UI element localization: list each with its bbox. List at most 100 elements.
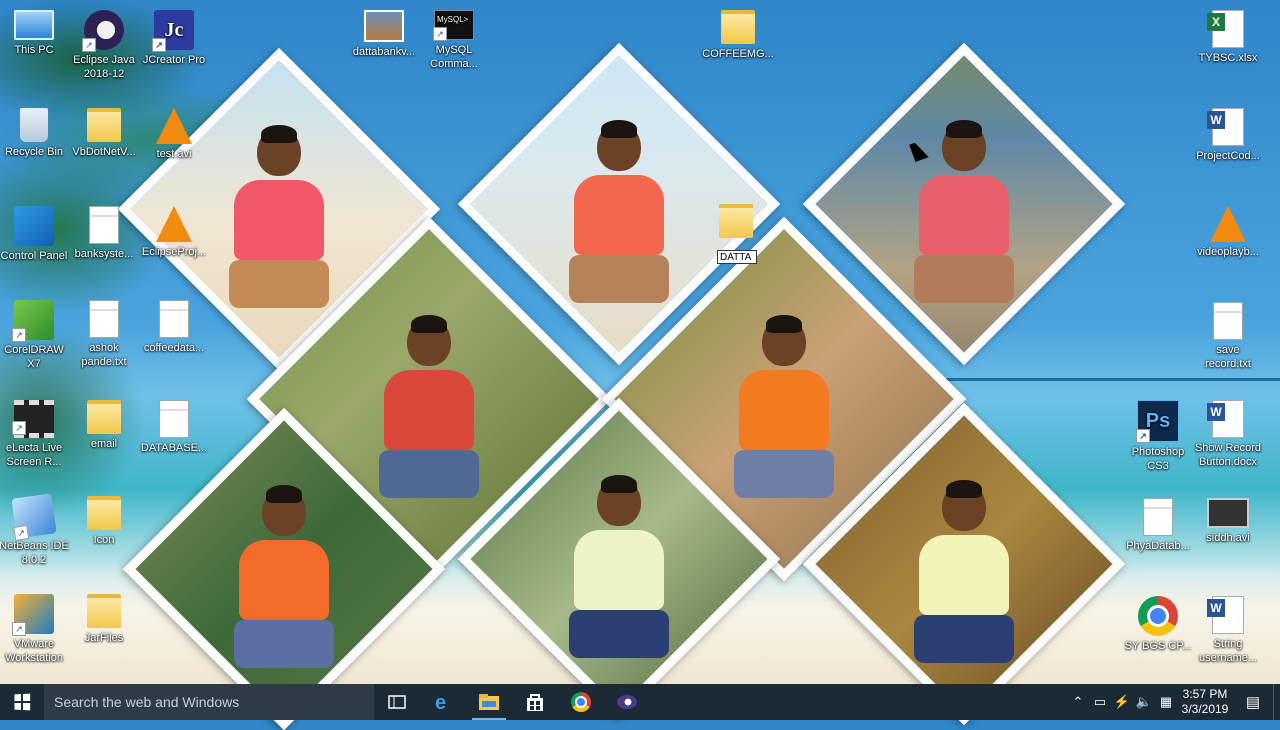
search-placeholder: Search the web and Windows [54, 694, 240, 710]
network-icon[interactable]: ⚡ [1111, 694, 1133, 710]
clock[interactable]: 3:57 PM 3/3/2019 [1177, 687, 1233, 717]
desktop-icon-renaming-folder[interactable] [700, 204, 772, 241]
keyboard-icon[interactable]: ▦ [1155, 694, 1177, 710]
icon-label: ProjectCod... [1196, 150, 1260, 162]
desktop-icon-recycle-bin[interactable]: Recycle Bin [0, 108, 70, 159]
text-file-icon [159, 400, 189, 438]
show-desktop-button[interactable] [1273, 684, 1280, 720]
taskbar-store-button[interactable] [512, 684, 558, 720]
desktop-icon-icon-folder[interactable]: Icon [68, 496, 140, 547]
desktop-icon-jcreator[interactable]: Jc JCreator Pro [138, 10, 210, 67]
icon-label: JarFiles [84, 632, 124, 644]
icon-label: JCreator Pro [142, 54, 206, 66]
icon-label: dattabankv... [352, 46, 416, 58]
desktop-icon-mysql[interactable]: MySQL> MySQL Comma... [418, 10, 490, 71]
desktop-icon-coffeemg[interactable]: COFFEEMG... [702, 10, 774, 61]
desktop-icon-email[interactable]: email [68, 400, 140, 451]
folder-icon [87, 496, 121, 530]
edge-icon: e [435, 692, 446, 712]
text-file-icon [1143, 498, 1173, 536]
desktop-icon-vbdotnet[interactable]: VbDotNetV... [68, 108, 140, 159]
taskbar-eclipse-button[interactable] [604, 684, 650, 720]
word-file-icon [1207, 400, 1244, 438]
icon-label: PhyaDatab... [1126, 540, 1190, 552]
folder-icon [87, 400, 121, 434]
vlc-cone-icon [156, 206, 192, 242]
icon-label: siddh.avi [1206, 532, 1250, 544]
jcreator-letters: Jc [164, 19, 184, 41]
battery-icon[interactable]: ▭ [1089, 694, 1111, 710]
icon-label: VbDotNetV... [72, 146, 136, 158]
desktop-icon-test-avi[interactable]: test.avi [138, 108, 210, 161]
icon-label: email [90, 438, 118, 450]
taskbar-chrome-button[interactable] [558, 684, 604, 720]
action-center-icon[interactable]: ▤ [1233, 693, 1273, 711]
desktop-icon-photoshop[interactable]: Ps Photoshop CS3 [1122, 400, 1194, 473]
desktop-icon-electa[interactable]: eLecta Live Screen R... [0, 400, 70, 469]
icon-label: videoplayb... [1197, 246, 1259, 258]
desktop-icon-jarfiles[interactable]: JarFiles [68, 594, 140, 645]
word-file-icon [1207, 596, 1244, 634]
desktop-icon-projectcode[interactable]: ProjectCod... [1192, 108, 1264, 163]
taskbar: Search the web and Windows e ⌃ ▭ ⚡ 🔈 ▦ 3… [0, 684, 1280, 720]
desktop-icon-coffeedata[interactable]: coffeedata... [138, 300, 210, 355]
computer-icon [14, 10, 54, 40]
desktop-icon-videoplayback[interactable]: videoplayb... [1192, 206, 1264, 259]
task-view-button[interactable] [374, 684, 420, 720]
chrome-icon [571, 692, 591, 712]
icon-label: test.avi [156, 148, 192, 160]
desktop-icon-control-panel[interactable]: Control Panel [0, 206, 70, 263]
store-bag-icon [527, 694, 543, 711]
start-button[interactable] [0, 684, 44, 720]
taskbar-edge-button[interactable]: e [420, 684, 466, 720]
mysql-icon-text: MySQL> [437, 15, 469, 24]
clock-time: 3:57 PM [1182, 687, 1228, 701]
icon-label: TYBSC.xlsx [1198, 52, 1258, 64]
eclipse-icon [617, 695, 637, 709]
desktop-icon-sy-bgs[interactable]: SY BGS CP... [1122, 596, 1194, 653]
rename-input[interactable]: DATTA [717, 250, 757, 264]
desktop-icon-eclipseproj[interactable]: EclipseProj... [138, 206, 210, 259]
rename-input-value: DATTA [720, 252, 752, 263]
desktop-icon-save-record[interactable]: save record.txt [1192, 302, 1264, 371]
desktop-icon-ashok[interactable]: ashok pande.txt [68, 300, 140, 369]
text-file-icon [89, 206, 119, 244]
taskbar-search-box[interactable]: Search the web and Windows [44, 684, 374, 720]
desktop-icon-database[interactable]: DATABASE... [138, 400, 210, 455]
vlc-cone-icon [1210, 206, 1246, 242]
desktop-icon-show-record[interactable]: Show Record Button.docx [1192, 400, 1264, 469]
desktop-icon-phyadatabase[interactable]: PhyaDatab... [1122, 498, 1194, 553]
icon-label: CorelDRAW X7 [4, 344, 64, 370]
desktop-icon-siddh[interactable]: siddh.avi [1192, 498, 1264, 545]
desktop-icon-string-username[interactable]: String username... [1192, 596, 1264, 665]
desktop-icon-banksystem[interactable]: banksyste... [68, 206, 140, 261]
show-hidden-icons-chevron-icon[interactable]: ⌃ [1067, 694, 1089, 710]
icon-label: coffeedata... [143, 342, 205, 354]
icon-label: Photoshop CS3 [1131, 446, 1185, 472]
icon-label: String username... [1198, 638, 1258, 664]
taskbar-file-explorer-button[interactable] [466, 684, 512, 720]
eclipse-icon [82, 10, 124, 52]
desktop-icon-this-pc[interactable]: This PC [0, 10, 70, 57]
icon-label: VMware Workstation [5, 638, 63, 664]
recycle-bin-icon [20, 108, 48, 142]
icon-label: COFFEEMG... [702, 48, 774, 60]
text-file-icon [89, 300, 119, 338]
desktop-icon-tybsc[interactable]: TYBSC.xlsx [1192, 10, 1264, 65]
desktop-icon-netbeans[interactable]: NetBeans IDE 8.0.2 [0, 493, 70, 567]
desktop-icon-coreldraw[interactable]: CorelDRAW X7 [0, 300, 70, 371]
icon-label: banksyste... [74, 248, 134, 260]
desktop-icon-vmware[interactable]: VMware Workstation [0, 594, 70, 665]
text-file-icon [1213, 302, 1243, 340]
film-icon [12, 400, 54, 438]
word-file-icon [1207, 108, 1244, 146]
system-tray: ⌃ ▭ ⚡ 🔈 ▦ 3:57 PM 3/3/2019 ▤ [1067, 684, 1280, 720]
photoshop-icon: Ps [1136, 400, 1179, 443]
file-explorer-icon [479, 694, 499, 710]
icon-label: Control Panel [0, 250, 68, 262]
icon-label: EclipseProj... [141, 246, 207, 258]
desktop-icon-eclipse[interactable]: Eclipse Java 2018-12 [68, 10, 140, 81]
desktop-icon-dattabank[interactable]: dattabankv... [348, 10, 420, 59]
volume-icon[interactable]: 🔈 [1133, 694, 1155, 710]
icon-label: Eclipse Java 2018-12 [73, 54, 135, 80]
